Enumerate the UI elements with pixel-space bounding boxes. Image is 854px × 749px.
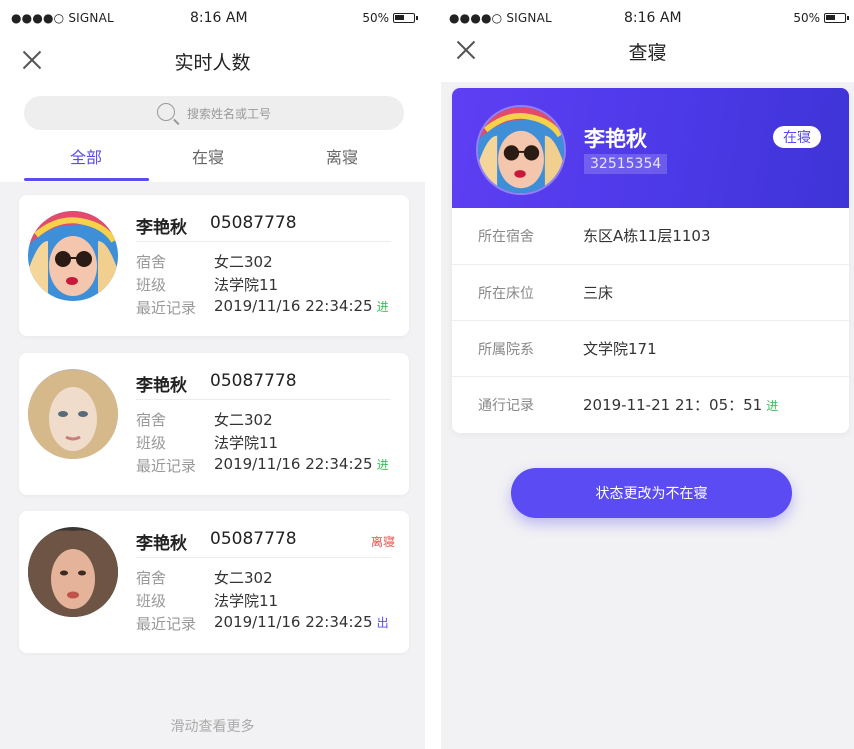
search-and-tabs: 搜索姓名或工号 全部 在寝 离寝 xyxy=(0,86,425,182)
profile-name: 李艳秋 xyxy=(584,127,647,151)
filter-tabs: 全部 在寝 离寝 xyxy=(0,140,425,182)
class-value: 法学院11 xyxy=(214,434,279,452)
search-icon xyxy=(156,102,175,121)
dorm-label: 宿舍 xyxy=(136,569,167,587)
battery-icon xyxy=(824,13,849,23)
dorm-value: 女二302 xyxy=(214,569,273,587)
avatar-image-3 xyxy=(28,527,118,617)
class-label: 班级 xyxy=(136,434,167,452)
status-bar: ●●●●○ SIGNAL 8:16 AM 50% xyxy=(0,0,425,36)
avatar xyxy=(28,369,118,459)
student-card[interactable]: 李艳秋 05087778 宿舍 女二302 班级 法学院11 最近记录 2019… xyxy=(19,353,409,495)
profile-id: 32515354 xyxy=(584,154,668,174)
record-value: 2019/11/16 22:34:25 进 xyxy=(214,455,389,473)
avatar-image-2 xyxy=(28,369,118,459)
student-name: 李艳秋 xyxy=(136,218,187,238)
info-label: 通行记录 xyxy=(478,398,534,414)
info-row-department: 所属院系 文学院171 xyxy=(452,320,849,376)
access-time: 2019-11-21 21：05：51 xyxy=(583,396,763,414)
record-value: 2019/11/16 22:34:25 出 xyxy=(214,613,389,631)
record-time: 2019/11/16 22:34:25 xyxy=(214,455,373,473)
direction-in-tag: 进 xyxy=(376,458,389,472)
profile-header: 李艳秋 32515354 在寝 xyxy=(452,88,849,208)
realtime-count-screen: ●●●●○ SIGNAL 8:16 AM 50% 实时人数 搜索姓名或工号 全部… xyxy=(0,0,425,749)
battery-status: 50% xyxy=(362,11,418,25)
dorm-label: 宿舍 xyxy=(136,253,167,271)
avatar-image-1 xyxy=(28,211,118,301)
record-label: 最近记录 xyxy=(136,615,197,633)
info-row-dorm: 所在宿舍 东区A栋11层1103 xyxy=(452,208,849,264)
class-value: 法学院11 xyxy=(214,276,279,294)
class-value: 法学院11 xyxy=(214,592,279,610)
signal-indicator: ●●●●○ SIGNAL xyxy=(11,11,114,25)
load-more-hint: 滑动查看更多 xyxy=(170,719,255,735)
search-placeholder: 搜索姓名或工号 xyxy=(186,106,271,121)
nav-bar: 实时人数 xyxy=(0,36,425,86)
avatar-image-profile xyxy=(478,107,564,193)
leave-status-tag: 离寝 xyxy=(370,535,395,549)
battery-icon xyxy=(393,13,418,23)
info-value: 三床 xyxy=(583,284,614,302)
info-row-bed: 所在床位 三床 xyxy=(452,264,849,320)
page-title: 查寝 xyxy=(628,42,667,64)
record-value: 2019/11/16 22:34:25 进 xyxy=(214,297,389,315)
direction-out-tag: 出 xyxy=(376,616,389,630)
student-id: 05087778 xyxy=(210,371,297,391)
search-input[interactable]: 搜索姓名或工号 xyxy=(24,96,404,130)
status-badge: 在寝 xyxy=(773,126,821,148)
info-value: 文学院171 xyxy=(583,340,657,358)
dorm-value: 女二302 xyxy=(214,253,273,271)
signal-indicator: ●●●●○ SIGNAL xyxy=(449,11,552,25)
record-time: 2019/11/16 22:34:25 xyxy=(214,613,373,631)
class-label: 班级 xyxy=(136,276,167,294)
info-label: 所在宿舍 xyxy=(478,229,534,245)
direction-in-tag: 进 xyxy=(766,399,779,413)
info-row-access-record: 通行记录 2019-11-21 21：05：51 进 xyxy=(452,376,849,432)
avatar xyxy=(28,527,118,617)
status-time: 8:16 AM xyxy=(624,10,682,26)
dorm-value: 女二302 xyxy=(214,411,273,429)
card-divider xyxy=(136,557,391,558)
battery-percent: 50% xyxy=(793,11,820,25)
card-divider xyxy=(136,241,391,242)
battery-status: 50% xyxy=(793,11,849,25)
student-id: 05087778 xyxy=(210,213,297,233)
dorm-check-screen: ●●●●○ SIGNAL 8:16 AM 50% 查寝 李艳秋 32515354… xyxy=(441,0,854,749)
avatar xyxy=(28,211,118,301)
student-card[interactable]: 李艳秋 05087778 离寝 宿舍 女二302 班级 法学院11 最近记录 2… xyxy=(19,511,409,653)
avatar xyxy=(476,105,566,195)
page-title: 实时人数 xyxy=(174,52,251,74)
change-status-button[interactable]: 状态更改为不在寝 xyxy=(511,468,792,518)
tab-out-dorm[interactable]: 离寝 xyxy=(282,144,402,168)
student-id: 05087778 xyxy=(210,529,297,549)
battery-percent: 50% xyxy=(362,11,389,25)
nav-bar: 查寝 xyxy=(441,30,854,82)
record-label: 最近记录 xyxy=(136,299,197,317)
class-label: 班级 xyxy=(136,592,167,610)
status-time: 8:16 AM xyxy=(190,10,248,26)
student-card[interactable]: 李艳秋 05087778 宿舍 女二302 班级 法学院11 最近记录 2019… xyxy=(19,195,409,336)
tab-all[interactable]: 全部 xyxy=(26,144,146,168)
active-tab-indicator xyxy=(24,178,149,181)
student-profile-card: 李艳秋 32515354 在寝 所在宿舍 东区A栋11层1103 所在床位 三床… xyxy=(452,88,849,433)
info-label: 所在床位 xyxy=(478,286,534,302)
dorm-label: 宿舍 xyxy=(136,411,167,429)
card-divider xyxy=(136,399,391,400)
tab-in-dorm[interactable]: 在寝 xyxy=(148,144,268,168)
student-name: 李艳秋 xyxy=(136,376,187,396)
info-value: 2019-11-21 21：05：51 进 xyxy=(583,394,778,415)
direction-in-tag: 进 xyxy=(376,300,389,314)
info-value: 东区A栋11层1103 xyxy=(583,227,711,245)
info-label: 所属院系 xyxy=(478,342,534,358)
student-name: 李艳秋 xyxy=(136,534,187,554)
record-time: 2019/11/16 22:34:25 xyxy=(214,297,373,315)
record-label: 最近记录 xyxy=(136,457,197,475)
